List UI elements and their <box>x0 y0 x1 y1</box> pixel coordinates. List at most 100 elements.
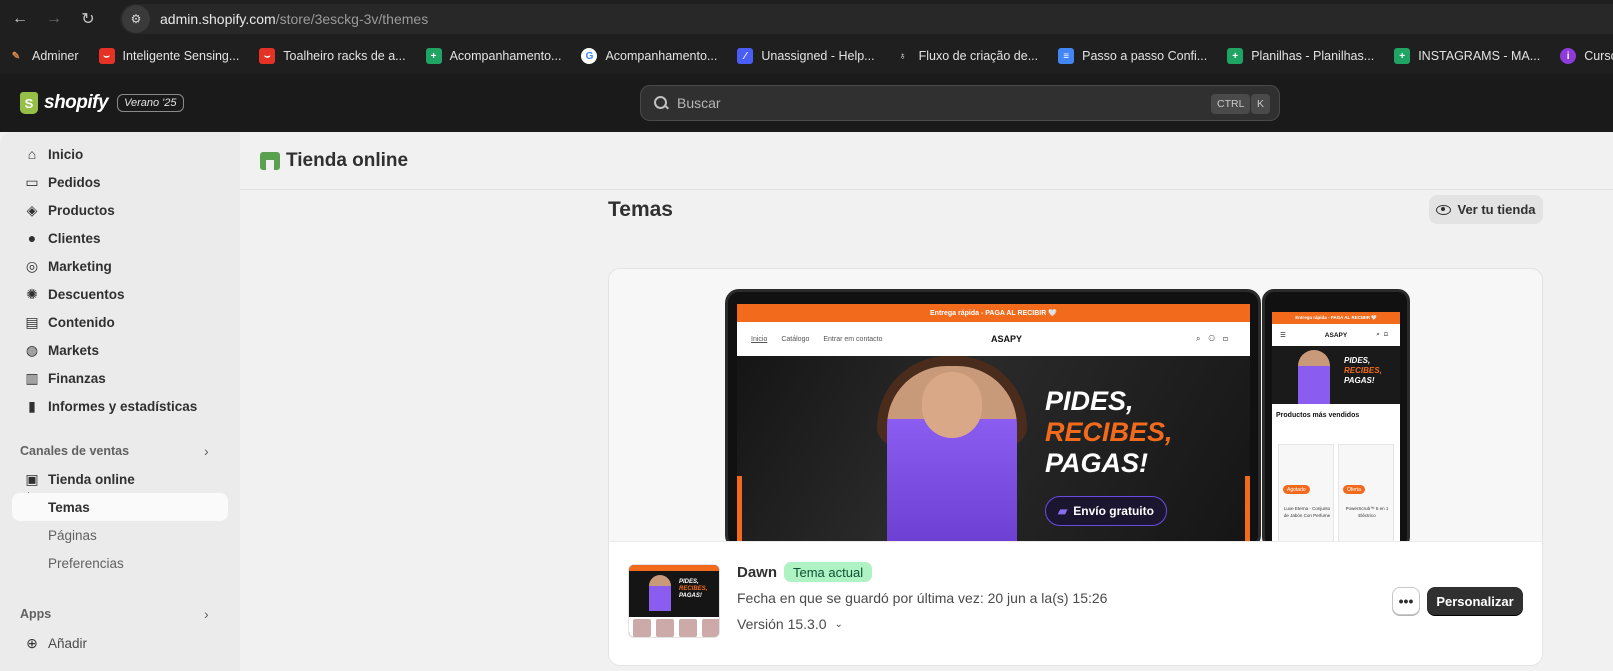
page-title: Tienda online <box>286 149 409 171</box>
sidebar-subitem-themes-bg[interactable] <box>12 493 228 521</box>
bookmarks-bar: ✎ Adminer ⌣ Inteligente Sensing... ⌣ Toalheir… <box>0 38 1613 74</box>
sidebar-subitem-preferences[interactable]: Preferencias <box>48 556 124 571</box>
thumb-text: PIDES, RECIBES, PAGAS! <box>679 579 707 600</box>
bookmark-item[interactable]: ⌣ Inteligente Sensing... <box>98 48 240 64</box>
sidebar-item-pedidos[interactable]: ▭ Pedidos <box>12 168 228 196</box>
sidebar-subitem-themes[interactable]: Temas <box>48 500 90 515</box>
bookmark-item[interactable]: ✎ Adminer <box>8 48 79 64</box>
last-saved-text: Fecha en que se guardó por última vez: 2… <box>737 590 1108 606</box>
shopify-logo[interactable]: S shopify Verano '25 <box>20 92 184 114</box>
customize-button[interactable]: Personalizar <box>1427 587 1523 615</box>
bookmark-item[interactable]: G Acompanhamento... <box>581 48 717 64</box>
promo-banner: Entrega rápida - PAGA AL RECIBIR 🤍 <box>737 304 1250 322</box>
mobile-nav: ☰ ASAPY ⌕⊡ <box>1272 324 1400 346</box>
theme-preview[interactable]: Entrega rápida - PAGA AL RECIBIR 🤍 Inici… <box>609 269 1542 549</box>
sidebar-item-markets[interactable]: ◍ Markets <box>12 336 228 364</box>
product-tag: Agotado <box>1283 485 1310 494</box>
thumb-products <box>629 617 719 637</box>
course-icon: i <box>1560 48 1577 64</box>
sidebar-item-add[interactable]: ⊕ Añadir <box>12 629 228 657</box>
aliexpress-icon: ⌣ <box>98 48 115 64</box>
version-toggle[interactable]: Versión 15.3.0 ⌄ <box>737 616 843 632</box>
sheets-icon: + <box>425 48 442 64</box>
person-icon: ● <box>27 230 37 246</box>
more-actions-button[interactable]: ••• <box>1392 587 1420 615</box>
sidebar-item-contenido[interactable]: ▤ Contenido <box>12 308 228 336</box>
thumb-model <box>649 575 671 611</box>
store-nav: Inicio Catálogo Entrar em contacto ASAPY… <box>737 322 1250 356</box>
bookmark-item[interactable]: + Acompanhamento... <box>425 48 562 64</box>
sidebar-item-clientes[interactable]: ● Clientes <box>12 224 228 252</box>
bookmark-label: Inteligente Sensing... <box>122 49 240 63</box>
forward-icon[interactable]: → <box>40 5 68 33</box>
address-bar[interactable]: ⚙ admin.shopify.com/store/3esckg-3v/them… <box>120 4 1613 34</box>
sheets-icon: + <box>1394 48 1411 64</box>
bookmark-item[interactable]: ⌣ Toalheiro racks de a... <box>259 48 406 64</box>
sidebar-item-marketing[interactable]: ◎ Marketing <box>12 252 228 280</box>
chevron-right-icon[interactable]: › <box>204 443 209 459</box>
sidebar-item-label: Añadir <box>48 635 88 651</box>
hero-shipping-pill: ▰ Envío gratuito <box>1045 496 1167 526</box>
hero-model-face <box>922 372 982 438</box>
bookmark-label: Adminer <box>32 49 79 63</box>
view-store-button[interactable]: Ver tu tienda <box>1429 195 1543 224</box>
hero-pill-label: Envío gratuito <box>1073 504 1154 518</box>
bookmark-item[interactable]: + INSTAGRAMS - MA... <box>1394 48 1540 64</box>
mobile-hero: PIDES, RECIBES, PAGAS! <box>1272 346 1400 404</box>
bookmark-item[interactable]: ♁ Fluxo de criação de... <box>894 48 1039 64</box>
bookmark-item[interactable]: ≡ Passo a passo Confi... <box>1058 48 1207 64</box>
sidebar-item-productos[interactable]: ◈ Productos <box>12 196 228 224</box>
mobile-preview: Entrega rápida - PAGA AL RECIBIR 🤍 ☰ ASAP… <box>1262 289 1410 549</box>
sidebar-item-inicio[interactable]: ⌂ Inicio <box>12 140 228 168</box>
search-placeholder: Buscar <box>677 95 721 111</box>
admin-app: ▮ Informes y estadísticas ▥ Finanzas ◍ Market… <box>0 132 1613 671</box>
reload-icon[interactable]: ↻ <box>74 5 102 33</box>
hero-accent <box>1245 476 1250 544</box>
nav-link: Catálogo <box>781 335 810 343</box>
search-input[interactable]: Buscar CTRL K <box>640 85 1280 121</box>
mobile-nav-icons: ⌕⊡ <box>1376 331 1392 338</box>
home-icon: ⌂ <box>27 146 37 162</box>
hero-line: PAGAS! <box>1045 448 1149 478</box>
sidebar-item-finanzas[interactable]: ▥ Finanzas <box>12 364 228 392</box>
sidebar-item-descuentos[interactable]: ✺ Descuentos <box>12 280 228 308</box>
current-theme-badge: Tema actual <box>784 562 873 582</box>
product-title: Luxe Eterna - Conjunto de Jabón Con Perf… <box>1283 506 1331 518</box>
sidebar-item-informes[interactable]: ▮ Informes y estadísticas <box>12 392 228 420</box>
logo-text: shopify <box>44 92 109 113</box>
adminer-icon: ✎ <box>8 48 24 64</box>
sidebar-subitem-pages[interactable]: Páginas <box>48 528 97 543</box>
current-theme-card: Entrega rápida - PAGA AL RECIBIR 🤍 Inici… <box>608 268 1543 666</box>
menu-icon: ☰ <box>1280 332 1286 339</box>
sales-channels-heading[interactable]: Canales de ventas <box>20 444 129 458</box>
chevron-right-icon[interactable]: › <box>204 606 209 622</box>
bookmark-item[interactable]: ⁄ Unassigned - Help... <box>737 48 875 64</box>
bookmark-item[interactable]: i Curso de Atendime... <box>1560 48 1613 64</box>
bookmark-label: Acompanhamento... <box>605 49 718 63</box>
theme-info-bar: PIDES, RECIBES, PAGAS! Dawn Tema actual … <box>609 541 1542 665</box>
target-icon: ◎ <box>25 257 39 274</box>
hero-line: PIDES, <box>1045 386 1134 416</box>
person-icon: ♁ <box>894 48 911 64</box>
bank-icon: ▥ <box>25 369 39 386</box>
tag-icon: ◈ <box>26 201 38 218</box>
back-icon[interactable]: ← <box>6 5 34 33</box>
hero-line: RECIBES, <box>1045 417 1173 447</box>
hero-line: RECIBES, <box>1344 366 1382 375</box>
bookmark-label: Fluxo de criação de... <box>918 49 1039 63</box>
apps-heading[interactable]: Apps <box>20 607 51 621</box>
truck-icon: ▰ <box>1058 504 1068 518</box>
mobile-screen: Entrega rápida - PAGA AL RECIBIR 🤍 ☰ ASAP… <box>1272 312 1400 548</box>
bookmark-label: Acompanhamento... <box>449 49 562 63</box>
sidebar-item-online-store[interactable]: ▣ Tienda online <box>12 465 228 493</box>
version-label: Versión 15.3.0 <box>737 616 827 632</box>
content-icon: ▤ <box>25 313 39 330</box>
sidebar-item-label: Inicio <box>48 146 84 162</box>
edition-badge[interactable]: Verano '25 <box>117 94 184 112</box>
url-text[interactable]: admin.shopify.com/store/3esckg-3v/themes <box>160 11 428 27</box>
site-info-icon[interactable]: ⚙ <box>122 5 150 33</box>
bookmark-item[interactable]: + Planilhas - Planilhas... <box>1227 48 1374 64</box>
theme-name: Dawn <box>737 564 778 581</box>
docs-icon: ≡ <box>1058 48 1075 64</box>
sidebar-item-label: Pedidos <box>48 174 101 190</box>
